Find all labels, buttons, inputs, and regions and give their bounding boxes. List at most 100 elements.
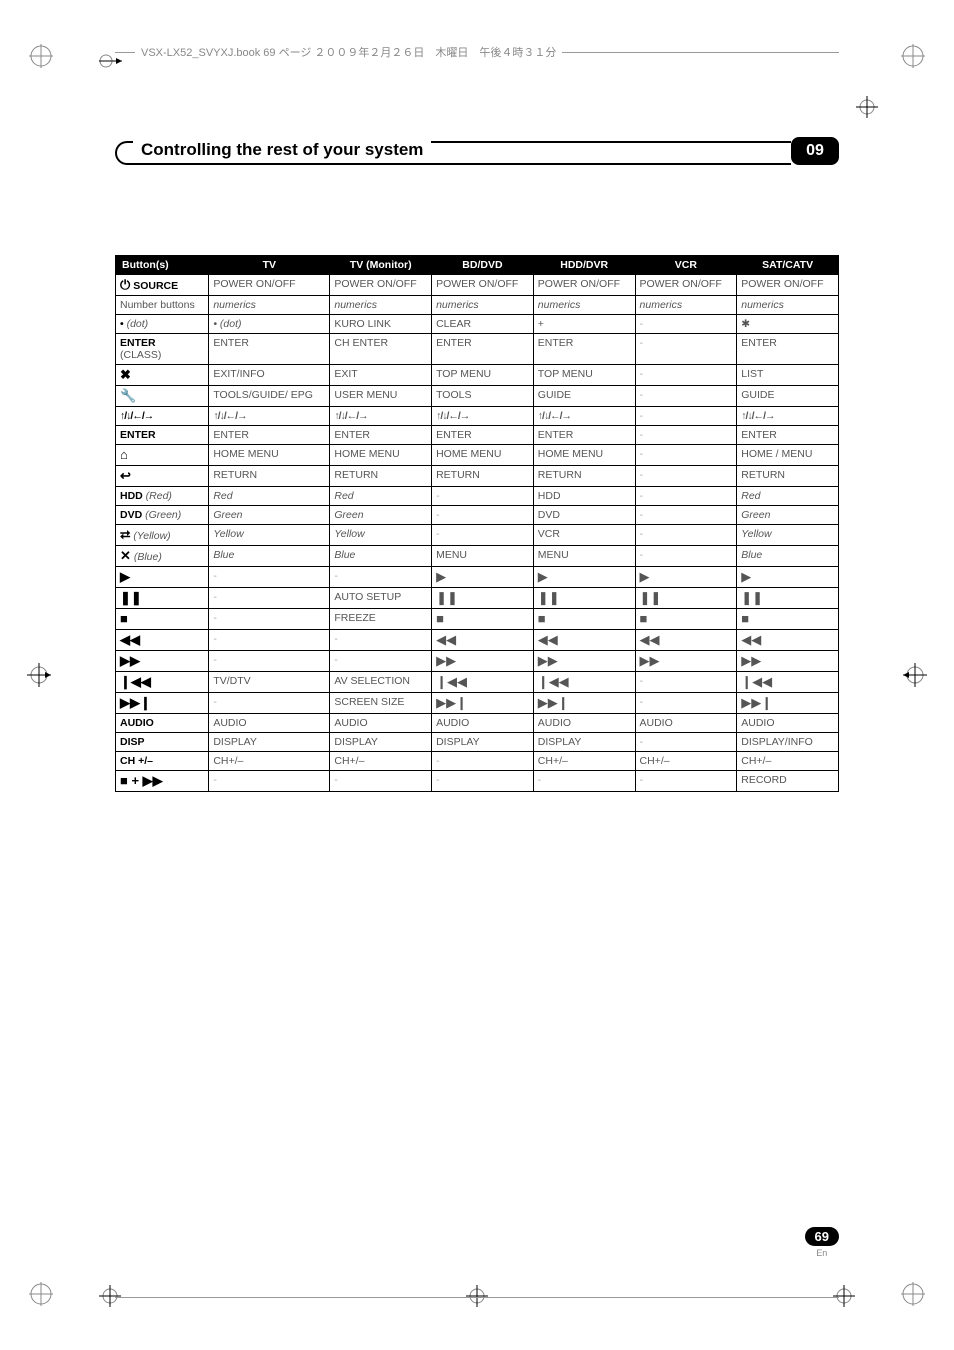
table-cell: - xyxy=(209,567,330,588)
rew-icon: ◀◀ xyxy=(640,632,660,647)
table-cell: - xyxy=(330,630,432,651)
wrench-icon: 🔧 xyxy=(120,388,136,403)
page-number: 69 En xyxy=(805,1227,839,1258)
table-cell: ❙◀◀ xyxy=(432,672,534,693)
table-cell: numerics xyxy=(209,296,330,315)
table-cell: ▶ xyxy=(737,567,839,588)
row-label: ▶▶ xyxy=(116,651,209,672)
ff-icon: ▶▶ xyxy=(120,653,140,668)
ff-icon: ▶▶ xyxy=(640,653,660,668)
table-cell: - xyxy=(432,487,534,506)
table-cell: ✱ xyxy=(737,315,839,334)
table-cell: - xyxy=(330,567,432,588)
table-cell: ❚❚ xyxy=(432,588,534,609)
row-label: ■ xyxy=(116,609,209,630)
row-label: ❚❚ xyxy=(116,588,209,609)
table-cell: ❚❚ xyxy=(737,588,839,609)
rew-icon: ◀◀ xyxy=(436,632,456,647)
pause-icon: ❚❚ xyxy=(436,590,458,605)
row-label: ▶▶❙ xyxy=(116,693,209,714)
table-cell: numerics xyxy=(330,296,432,315)
prev-icon: ❙◀◀ xyxy=(538,674,569,689)
table-cell: - xyxy=(635,506,737,525)
table-cell: DISPLAY xyxy=(432,733,534,752)
table-cell: numerics xyxy=(432,296,534,315)
rew-icon: ◀◀ xyxy=(741,632,761,647)
table-cell: numerics xyxy=(635,296,737,315)
table-cell: - xyxy=(209,651,330,672)
table-cell: ◀◀ xyxy=(737,630,839,651)
chapter-header: Controlling the rest of your system 09 xyxy=(115,135,839,165)
cross-mark xyxy=(832,1284,856,1308)
table-cell: DVD xyxy=(533,506,635,525)
table-row: ⌂HOME MENUHOME MENUHOME MENUHOME MENU-HO… xyxy=(116,445,839,466)
table-cell: TV/DTV xyxy=(209,672,330,693)
table-cell: LIST xyxy=(737,365,839,386)
table-row: ◀◀--◀◀◀◀◀◀◀◀ xyxy=(116,630,839,651)
table-cell: DISPLAY xyxy=(533,733,635,752)
table-cell: AUDIO xyxy=(432,714,534,733)
table-cell: EXIT xyxy=(330,365,432,386)
play-icon: ▶ xyxy=(120,569,130,584)
cross-mark xyxy=(901,661,929,689)
stop-icon: ■ xyxy=(538,611,546,626)
play-icon: ▶ xyxy=(538,569,548,584)
ff-icon: ▶▶ xyxy=(436,653,456,668)
table-cell: ■ xyxy=(635,609,737,630)
table-cell: Yellow xyxy=(737,525,839,546)
table-row: ❚❚-AUTO SETUP❚❚❚❚❚❚❚❚ xyxy=(116,588,839,609)
registration-mark xyxy=(25,1278,57,1310)
table-cell: ■ xyxy=(737,609,839,630)
row-label: ◀◀ xyxy=(116,630,209,651)
table-cell: ↑/↓/←/→ xyxy=(209,407,330,426)
stop-icon: ■ xyxy=(120,611,128,626)
table-cell: - xyxy=(635,365,737,386)
table-cell: POWER ON/OFF xyxy=(737,275,839,296)
table-cell: AUDIO xyxy=(533,714,635,733)
table-cell: - xyxy=(635,315,737,334)
table-cell: - xyxy=(635,334,737,365)
table-cell: ENTER xyxy=(432,334,534,365)
arrows-icon: ↑/↓/←/→ xyxy=(436,410,469,422)
table-cell: ▶ xyxy=(635,567,737,588)
table-cell: USER MENU xyxy=(330,386,432,407)
table-cell: CLEAR xyxy=(432,315,534,334)
page-lang: En xyxy=(805,1248,839,1258)
table-cell: ENTER xyxy=(209,426,330,445)
table-row: ▶▶--▶▶▶▶▶▶▶▶ xyxy=(116,651,839,672)
table-cell: AV SELECTION xyxy=(330,672,432,693)
table-cell: CH+/– xyxy=(330,752,432,771)
table-cell: RECORD xyxy=(737,771,839,792)
table-cell: HOME MENU xyxy=(209,445,330,466)
table-cell: POWER ON/OFF xyxy=(330,275,432,296)
row-label: ENTER xyxy=(116,426,209,445)
table-cell: - xyxy=(209,630,330,651)
table-cell: TOP MENU xyxy=(432,365,534,386)
pause-icon: ❚❚ xyxy=(640,590,662,605)
table-row: ⮂ (Yellow)YellowYellow-VCR-Yellow xyxy=(116,525,839,546)
table-cell: - xyxy=(330,651,432,672)
row-label: • (dot) xyxy=(116,315,209,334)
cross-mark xyxy=(855,95,879,119)
registration-mark xyxy=(897,1278,929,1310)
table-row: ✖EXIT/INFOEXITTOP MENUTOP MENU-LIST xyxy=(116,365,839,386)
row-label: CH +/– xyxy=(116,752,209,771)
prev-icon: ❙◀◀ xyxy=(120,674,151,689)
table-cell: AUDIO xyxy=(635,714,737,733)
table-cell: CH+/– xyxy=(737,752,839,771)
table-cell: • (dot) xyxy=(209,315,330,334)
table-cell: MENU xyxy=(533,546,635,567)
col-device: TV xyxy=(209,256,330,275)
table-cell: - xyxy=(635,426,737,445)
table-cell: AUDIO xyxy=(330,714,432,733)
table-row: ■-FREEZE■■■■ xyxy=(116,609,839,630)
table-cell: ENTER xyxy=(330,426,432,445)
table-row: ↑/↓/←/→↑/↓/←/→↑/↓/←/→↑/↓/←/→↑/↓/←/→-↑/↓/… xyxy=(116,407,839,426)
table-row: CH +/–CH+/–CH+/–-CH+/–CH+/–CH+/– xyxy=(116,752,839,771)
table-cell: - xyxy=(209,771,330,792)
row-label: DVD (Green) xyxy=(116,506,209,525)
row-label: ↑/↓/←/→ xyxy=(116,407,209,426)
table-cell: - xyxy=(209,588,330,609)
table-cell: CH+/– xyxy=(209,752,330,771)
table-cell: - xyxy=(635,407,737,426)
